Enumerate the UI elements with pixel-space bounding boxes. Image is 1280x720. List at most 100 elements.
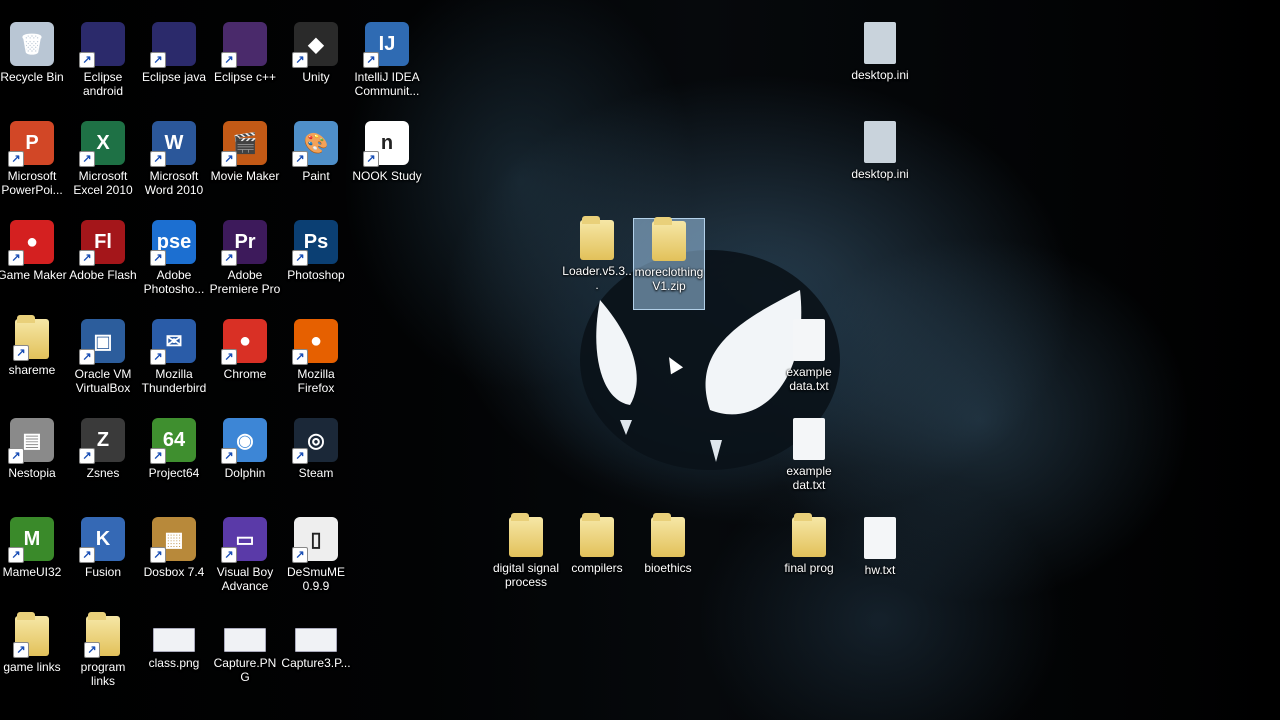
shortcut-arrow-icon: ↗ (84, 642, 100, 658)
desktop-icon-class-png[interactable]: class.png (138, 614, 210, 706)
desktop-icon-steam[interactable]: ◎ ↗ Steam (280, 416, 352, 508)
desktop-icon-visual-boy[interactable]: ▭ ↗ Visual Boy Advance (209, 515, 281, 607)
thunderbird-icon-glyph: ✉ (165, 330, 183, 353)
desktop-icon-shareme[interactable]: ↗ shareme (0, 315, 68, 409)
shortcut-arrow-icon: ↗ (8, 250, 24, 266)
paint-icon: 🎨 ↗ (292, 121, 338, 167)
virtualbox-icon: ▣ ↗ (79, 319, 125, 365)
desktop-icon-label: Eclipse c++ (213, 70, 277, 84)
desktop-icon-thunderbird[interactable]: ✉ ↗ Mozilla Thunderbird (138, 317, 210, 409)
desktop-icon-label: hw.txt (864, 563, 896, 577)
shortcut-arrow-icon: ↗ (292, 448, 308, 464)
shortcut-arrow-icon: ↗ (79, 52, 95, 68)
desktop-icon-bioethics[interactable]: bioethics (632, 513, 704, 607)
desmume-icon: ▯ ↗ (292, 517, 338, 563)
shortcut-arrow-icon: ↗ (8, 448, 24, 464)
shortcut-arrow-icon: ↗ (363, 52, 379, 68)
desktop-icon-eclipse-java[interactable]: ↗ Eclipse java (138, 20, 210, 112)
desktop-icon-unity[interactable]: ◆ ↗ Unity (280, 20, 352, 112)
eclipse-icon: ↗ (79, 22, 125, 68)
desktop-icon-recycle-bin[interactable]: 🗑 Recycle Bin (0, 20, 68, 112)
desktop-icon-excel[interactable]: X ↗ Microsoft Excel 2010 (67, 119, 139, 211)
eclipse-icon: ↗ (150, 22, 196, 68)
desktop-icon-desktop-ini-2[interactable]: desktop.ini (844, 119, 916, 211)
desktop-icon-label: desktop.ini (851, 68, 909, 82)
desktop-icon-zsnes[interactable]: Z ↗ Zsnes (67, 416, 139, 508)
desktop-icon-digital-signal[interactable]: digital signal process (490, 513, 562, 607)
desktop-icon-dosbox[interactable]: ▦ ↗ Dosbox 7.4 (138, 515, 210, 607)
project64-icon: 64 ↗ (150, 418, 196, 464)
desktop-icon-label: example dat.txt (786, 464, 832, 492)
desktop-icon-virtualbox[interactable]: ▣ ↗ Oracle VM VirtualBox (67, 317, 139, 409)
desktop-icon-mameui32[interactable]: M ↗ MameUI32 (0, 515, 68, 607)
desktop-icon-hw-txt[interactable]: hw.txt (844, 515, 916, 607)
desktop-icon-game-links[interactable]: ↗ game links (0, 612, 68, 706)
desktop-icon-project64[interactable]: 64 ↗ Project64 (138, 416, 210, 508)
desktop-icon-moreclothing-zip[interactable]: moreclothingV1.zip (633, 217, 705, 310)
desktop-icon-label: MameUI32 (2, 565, 62, 579)
shortcut-arrow-icon: ↗ (221, 547, 237, 563)
shortcut-arrow-icon: ↗ (79, 448, 95, 464)
project64-icon-glyph: 64 (162, 428, 186, 451)
desktop-icon-eclipse-android[interactable]: ↗ Eclipse android (67, 20, 139, 112)
desktop-icon-chrome[interactable]: ● ↗ Chrome (209, 317, 281, 409)
folder-icon: ↗ (13, 315, 49, 361)
desktop-icon-intellij[interactable]: IJ ↗ IntelliJ IDEA Communit... (351, 20, 423, 112)
desktop-icon-nestopia[interactable]: ▤ ↗ Nestopia (0, 416, 68, 508)
desktop-icon-label: Game Maker (0, 268, 67, 282)
desktop-icon-desktop-ini-1[interactable]: desktop.ini (844, 20, 916, 112)
desktop-icon-paint[interactable]: 🎨 ↗ Paint (280, 119, 352, 211)
desktop-icon-example-dat-txt[interactable]: example dat.txt (773, 416, 845, 508)
desktop-icon-word[interactable]: W ↗ Microsoft Word 2010 (138, 119, 210, 211)
desktop-icon-label: IntelliJ IDEA Communit... (354, 70, 420, 98)
desktop-icon-label: game links (3, 660, 61, 674)
chrome-icon-glyph: ● (238, 329, 252, 352)
desktop-icon-label: moreclothingV1.zip (634, 265, 704, 293)
desktop-icon-game-maker[interactable]: ● ↗ Game Maker (0, 218, 68, 310)
desktop-icon-label: Dosbox 7.4 (143, 565, 205, 579)
shortcut-arrow-icon: ↗ (221, 448, 237, 464)
desktop-icon-premiere-pro[interactable]: Pr ↗ Adobe Premiere Pro (209, 218, 281, 310)
shortcut-arrow-icon: ↗ (292, 547, 308, 563)
folder-icon (651, 513, 685, 557)
desktop-icon-label: Microsoft Excel 2010 (73, 169, 133, 197)
mame-icon: M ↗ (8, 517, 54, 563)
movie-maker-icon: 🎬 ↗ (221, 121, 267, 167)
desktop-icon-example-data-txt[interactable]: example data.txt (773, 317, 845, 409)
shortcut-arrow-icon: ↗ (292, 250, 308, 266)
desktop-icon-adobe-flash[interactable]: Fl ↗ Adobe Flash (67, 218, 139, 310)
desktop-icon-loader-zip[interactable]: Loader.v5.3... (561, 216, 633, 310)
desktop-icon-program-links[interactable]: ↗ program links (67, 612, 139, 706)
desktop-icon-desmume[interactable]: ▯ ↗ DeSmuME 0.9.9 (280, 515, 352, 607)
desktop-icon-powerpoint[interactable]: P ↗ Microsoft PowerPoi... (0, 119, 68, 211)
desktop-icon-label: desktop.ini (851, 167, 909, 181)
desktop-icon-label: NOOK Study (352, 169, 422, 183)
desktop-icon-label: Microsoft Word 2010 (144, 169, 204, 197)
desktop-icon-adobe-photoshop-elements[interactable]: pse ↗ Adobe Photosho... (138, 218, 210, 310)
desktop-icon-capture-png[interactable]: Capture.PNG (209, 614, 281, 706)
desktop-icon-movie-maker[interactable]: 🎬 ↗ Movie Maker (209, 119, 281, 211)
shortcut-arrow-icon: ↗ (79, 349, 95, 365)
desktop-icon-label: Loader.v5.3... (562, 264, 632, 292)
desktop-icon-compilers[interactable]: compilers (561, 513, 633, 607)
desktop-icon-label: Paint (302, 169, 330, 183)
nook-icon-glyph: n (380, 131, 394, 154)
shortcut-arrow-icon: ↗ (292, 151, 308, 167)
desktop-icon-eclipse-cpp[interactable]: ↗ Eclipse c++ (209, 20, 281, 112)
desktop-icon-final-prog[interactable]: final prog (773, 513, 845, 607)
desktop-icon-dolphin[interactable]: ◉ ↗ Dolphin (209, 416, 281, 508)
desktop-icon-label: Project64 (148, 466, 200, 480)
desktop-icon-fusion[interactable]: K ↗ Fusion (67, 515, 139, 607)
desktop-icon-nook-study[interactable]: n ↗ NOOK Study (351, 119, 423, 211)
desktop-icon-label: Unity (302, 70, 330, 84)
desktop-icon-label: Fusion (84, 565, 122, 579)
desktop-icon-photoshop[interactable]: Ps ↗ Photoshop (280, 218, 352, 310)
desktop-icon-firefox[interactable]: ● ↗ Mozilla Firefox (280, 317, 352, 409)
word-icon: W ↗ (150, 121, 196, 167)
folder-icon (580, 513, 614, 557)
excel-icon-glyph: X (96, 131, 110, 154)
desktop-icon-label: final prog (784, 561, 834, 575)
desktop-icon-capture3-png[interactable]: Capture3.P... (280, 614, 352, 706)
game-maker-icon: ● ↗ (8, 220, 54, 266)
desktop-icon-label: Recycle Bin (0, 70, 64, 84)
